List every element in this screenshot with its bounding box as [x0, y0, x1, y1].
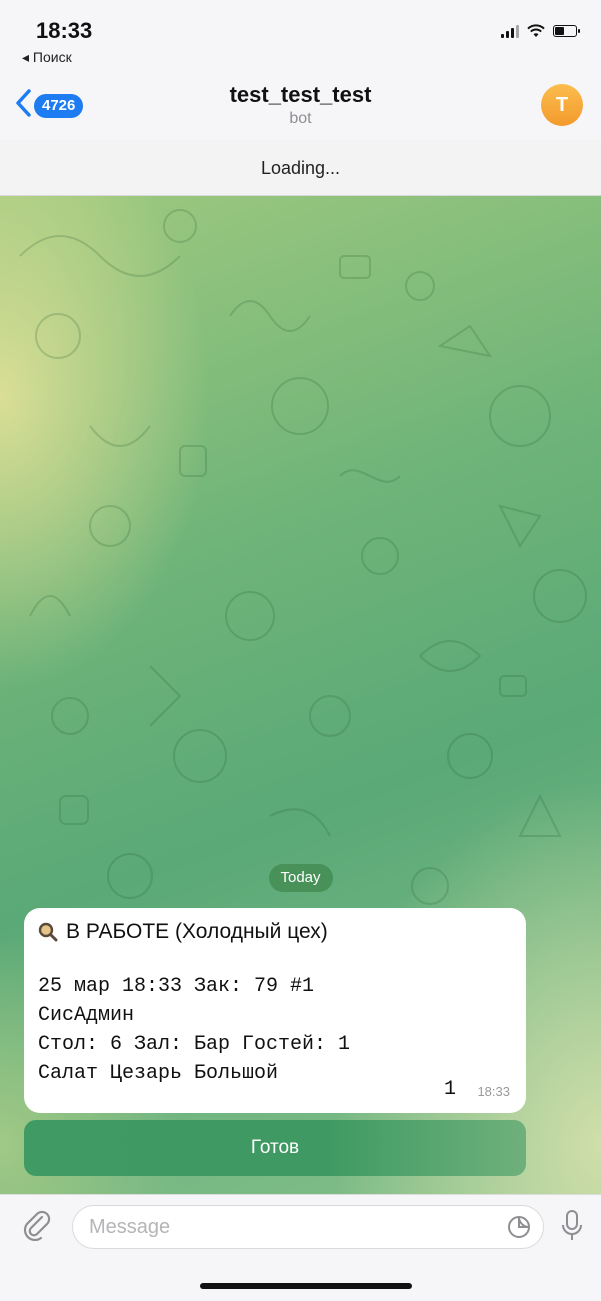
message-input[interactable]: Message — [72, 1205, 544, 1249]
chat-title[interactable]: test_test_test — [0, 82, 601, 108]
dish-line: Салат Цезарь Большой — [38, 1062, 279, 1085]
message-status-line: В РАБОТЕ (Холодный цех) — [38, 920, 512, 944]
paperclip-icon[interactable] — [22, 1209, 52, 1241]
message-bubble[interactable]: В РАБОТЕ (Холодный цех) 25 мар 18:33 Зак… — [24, 908, 526, 1113]
table-info-line: Стол: 6 Зал: Бар Гостей: 1 — [38, 1033, 351, 1056]
status-bar: 18:33 ◂ Поиск — [0, 0, 601, 66]
ready-button[interactable]: Готов — [24, 1120, 526, 1176]
message-body: 25 мар 18:33 Зак: 79 #1 СисАдмин Стол: 6… — [38, 972, 512, 1088]
loading-banner: Loading... — [0, 140, 601, 196]
chat-subtitle: bot — [289, 110, 312, 127]
back-to-app-link[interactable]: ◂ Поиск — [22, 49, 72, 66]
composer-bar: Message — [0, 1194, 601, 1301]
message-time: 18:33 — [477, 1084, 510, 1099]
user-line: СисАдмин — [38, 1004, 135, 1027]
signal-icon — [501, 24, 519, 38]
date-separator: Today — [268, 864, 333, 892]
order-info-line: 25 мар 18:33 Зак: 79 #1 — [38, 975, 315, 998]
dish-quantity: 1 — [443, 1078, 456, 1101]
home-indicator — [200, 1283, 412, 1289]
status-time: 18:33 — [36, 18, 93, 43]
sticker-icon[interactable] — [507, 1215, 531, 1239]
chat-header: 4726 test_test_test bot T — [0, 66, 601, 140]
status-icons — [501, 24, 580, 38]
microphone-icon[interactable] — [561, 1209, 583, 1243]
battery-icon — [553, 25, 580, 37]
message-status-text: В РАБОТЕ (Холодный цех) — [66, 920, 328, 943]
wifi-icon — [527, 24, 545, 37]
avatar[interactable]: T — [541, 84, 583, 126]
chat-area: Today В РАБОТЕ (Холодный цех) 25 мар 18:… — [0, 196, 601, 1194]
magnifier-icon — [38, 922, 58, 942]
